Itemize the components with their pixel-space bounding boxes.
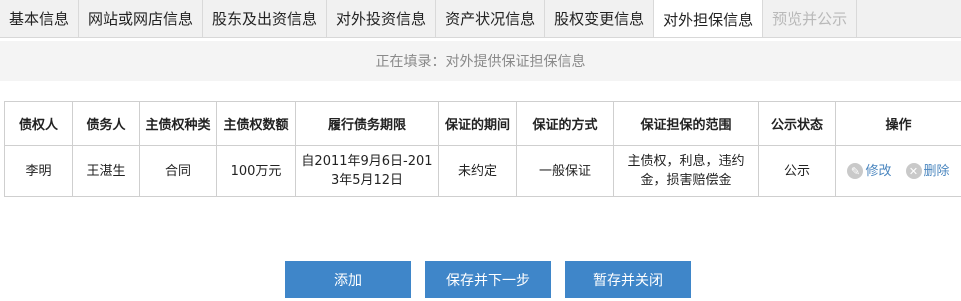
tab-shareholder-info[interactable]: 股东及出资信息 bbox=[203, 0, 328, 37]
edit-link[interactable]: ✎ 修改 bbox=[847, 162, 892, 181]
delete-label: 删除 bbox=[923, 163, 950, 179]
cell-term: 自2011年9月6日-201 3年5月12日 bbox=[295, 145, 439, 197]
cell-debtor: 王湛生 bbox=[72, 145, 140, 197]
status-line: 正在填录：对外提供保证担保信息 bbox=[0, 41, 961, 81]
column-header-claim-type: 主债权种类 bbox=[139, 101, 217, 146]
table-row: 李明 王湛生 合同 100万元 自2011年9月6日-201 3年5月12日 未… bbox=[4, 145, 961, 197]
cell-guarantee-scope: 主债权，利息，违约 金，损害赔偿金 bbox=[613, 145, 759, 197]
tab-bar: 基本信息 网站或网店信息 股东及出资信息 对外投资信息 资产状况信息 股权变更信… bbox=[0, 0, 961, 38]
column-header-claim-amount: 主债权数额 bbox=[216, 101, 296, 146]
save-close-button[interactable]: 暂存并关闭 bbox=[565, 261, 691, 298]
pencil-icon: ✎ bbox=[847, 163, 864, 179]
cell-term-line2: 3年5月12日 bbox=[330, 173, 404, 188]
close-icon: ✕ bbox=[905, 163, 922, 179]
tab-equity-change-info[interactable]: 股权变更信息 bbox=[545, 0, 655, 37]
tab-preview-publish: 预览并公示 bbox=[763, 0, 858, 37]
cell-status: 公示 bbox=[758, 145, 836, 197]
cell-actions: ✎ 修改 ✕ 删除 bbox=[835, 145, 961, 197]
column-header-creditor: 债权人 bbox=[4, 101, 73, 146]
column-header-guarantee-scope: 保证担保的范围 bbox=[613, 101, 759, 146]
column-header-guarantee-period: 保证的期间 bbox=[438, 101, 517, 146]
cell-creditor: 李明 bbox=[4, 145, 73, 197]
cell-guarantee-method: 一般保证 bbox=[516, 145, 614, 197]
delete-link[interactable]: ✕ 删除 bbox=[905, 162, 950, 181]
edit-label: 修改 bbox=[865, 163, 892, 179]
add-button[interactable]: 添加 bbox=[285, 261, 411, 298]
cell-claim-amount: 100万元 bbox=[216, 145, 296, 197]
tab-asset-info[interactable]: 资产状况信息 bbox=[436, 0, 546, 37]
cell-guarantee-period: 未约定 bbox=[438, 145, 517, 197]
table-header-row: 债权人 债务人 主债权种类 主债权数额 履行债务期限 保证的期间 保证的方式 保… bbox=[4, 101, 961, 146]
column-header-guarantee-method: 保证的方式 bbox=[516, 101, 614, 146]
column-header-term: 履行债务期限 bbox=[295, 101, 439, 146]
cell-scope-line2: 金，损害赔偿金 bbox=[640, 173, 732, 188]
tab-investment-info[interactable]: 对外投资信息 bbox=[327, 0, 437, 37]
save-next-button[interactable]: 保存并下一步 bbox=[425, 261, 551, 298]
column-header-actions: 操作 bbox=[835, 101, 961, 146]
cell-term-line1: 自2011年9月6日-201 bbox=[301, 154, 433, 169]
column-header-status: 公示状态 bbox=[758, 101, 836, 146]
row-actions: ✎ 修改 ✕ 删除 bbox=[840, 162, 957, 181]
tab-basic-info[interactable]: 基本信息 bbox=[0, 0, 80, 37]
cell-claim-type: 合同 bbox=[139, 145, 217, 197]
tab-website-info[interactable]: 网站或网店信息 bbox=[79, 0, 204, 37]
tab-guarantee-info[interactable]: 对外担保信息 bbox=[654, 0, 764, 37]
cell-scope-line1: 主债权，利息，违约 bbox=[627, 154, 745, 169]
column-header-debtor: 债务人 bbox=[72, 101, 140, 146]
guarantee-table: 债权人 债务人 主债权种类 主债权数额 履行债务期限 保证的期间 保证的方式 保… bbox=[4, 101, 961, 197]
